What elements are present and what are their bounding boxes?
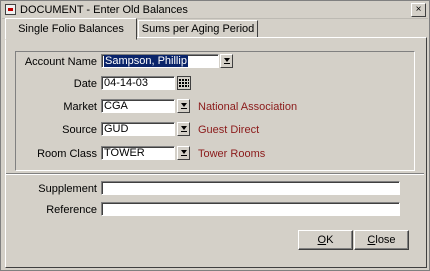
ok-mnemonic: O — [317, 234, 327, 246]
supplement-field[interactable] — [101, 181, 400, 195]
close-button[interactable]: Close — [354, 230, 409, 250]
room-class-field[interactable]: TOWER — [101, 146, 175, 160]
separator — [6, 173, 424, 175]
room-class-dropdown-arrow-icon[interactable] — [177, 146, 190, 160]
app-icon — [5, 4, 16, 15]
date-label: Date — [73, 78, 97, 90]
account-name-label: Account Name — [24, 56, 97, 68]
window-title: DOCUMENT - Enter Old Balances — [20, 4, 188, 16]
date-field[interactable]: 04-14-03 — [101, 76, 175, 90]
market-dropdown-arrow-icon[interactable] — [177, 99, 190, 113]
account-name-dropdown-arrow-icon[interactable] — [220, 54, 233, 68]
close-label-rest: lose — [375, 234, 396, 246]
tab-single-folio-balances[interactable]: Single Folio Balances — [5, 18, 137, 40]
reference-label: Reference — [46, 204, 97, 216]
room-class-label: Room Class — [37, 148, 97, 160]
source-description: Guest Direct — [198, 124, 260, 136]
room-class-description: Tower Rooms — [198, 148, 266, 160]
ok-label-rest: K — [326, 234, 334, 246]
title-bar[interactable]: DOCUMENT - Enter Old Balances × — [2, 2, 428, 19]
close-icon[interactable]: × — [411, 3, 426, 17]
source-field[interactable]: GUD — [101, 122, 175, 136]
supplement-label: Supplement — [38, 183, 97, 195]
account-name-value: Sampson, Phillip — [104, 55, 188, 67]
ok-button[interactable]: OK — [298, 230, 353, 250]
calendar-icon[interactable] — [177, 76, 191, 90]
source-dropdown-arrow-icon[interactable] — [177, 122, 190, 136]
market-field[interactable]: CGA — [101, 99, 175, 113]
reference-field[interactable] — [101, 202, 400, 216]
market-description: National Association — [198, 101, 298, 113]
dialog-window: DOCUMENT - Enter Old Balances × Single F… — [0, 0, 430, 271]
source-label: Source — [62, 124, 97, 136]
market-label: Market — [63, 101, 97, 113]
account-name-field[interactable]: Sampson, Phillip — [101, 54, 219, 68]
